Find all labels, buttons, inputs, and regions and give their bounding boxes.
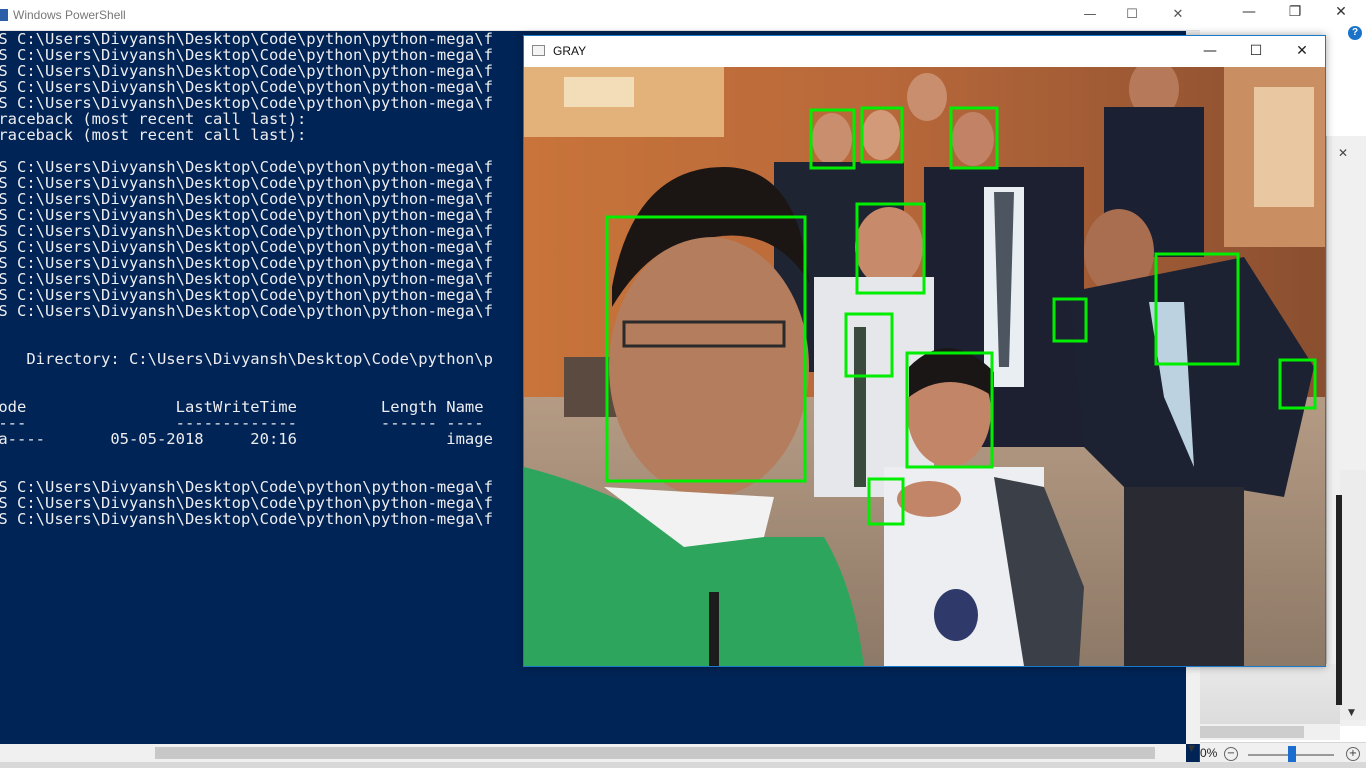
help-icon[interactable]: ? <box>1348 26 1362 40</box>
panel-close-icon[interactable]: ✕ <box>1338 146 1348 160</box>
console-line: PS C:\Users\Divyansh\Desktop\Code\python… <box>0 78 493 96</box>
powershell-hscroll-thumb[interactable] <box>155 747 1155 759</box>
gray-close-button[interactable]: ✕ <box>1288 41 1316 61</box>
background-hscroll-thumb[interactable] <box>1200 726 1304 738</box>
scroll-down-arrow-icon[interactable]: ▼ <box>1188 744 1195 754</box>
face-detection-box <box>1278 358 1317 410</box>
console-line: PS C:\Users\Divyansh\Desktop\Code\python… <box>0 206 493 224</box>
console-line: Traceback (most recent call last): <box>0 126 307 144</box>
gray-window-title: GRAY <box>553 44 587 58</box>
scroll-down-arrow-icon[interactable]: ▼ <box>1348 708 1355 718</box>
background-image-preview <box>1200 664 1340 724</box>
powershell-title: Windows PowerShell <box>13 8 126 22</box>
console-line: PS C:\Users\Divyansh\Desktop\Code\python… <box>0 254 493 272</box>
console-line: PS C:\Users\Divyansh\Desktop\Code\python… <box>0 190 493 208</box>
background-close-button[interactable]: ✕ <box>1330 2 1352 22</box>
console-line: Directory: C:\Users\Divyansh\Desktop\Cod… <box>0 350 493 368</box>
zoom-slider-thumb[interactable] <box>1288 746 1296 762</box>
console-line: PS C:\Users\Divyansh\Desktop\Code\python… <box>0 31 493 48</box>
zoom-in-button[interactable]: + <box>1346 747 1360 761</box>
face-detection-box <box>1052 297 1088 343</box>
gray-maximize-button[interactable]: ☐ <box>1242 41 1270 61</box>
face-detection-box <box>809 108 856 170</box>
zoom-out-button[interactable]: − <box>1224 747 1238 761</box>
face-detection-box <box>1154 252 1240 366</box>
face-detection-box <box>949 106 999 170</box>
console-line: PS C:\Users\Divyansh\Desktop\Code\python… <box>0 286 493 304</box>
taskbar-edge <box>0 762 1366 768</box>
background-window-controls: — ❐ ✕ <box>1228 0 1366 26</box>
gray-minimize-button[interactable]: — <box>1196 41 1224 61</box>
face-detection-box <box>867 477 905 526</box>
console-line: PS C:\Users\Divyansh\Desktop\Code\python… <box>0 478 493 496</box>
face-detection-photo <box>524 67 1325 666</box>
window-icon <box>532 45 545 56</box>
face-detection-box <box>605 215 807 483</box>
background-vertical-scrollbar[interactable] <box>1340 470 1366 720</box>
console-line: -a---- 05-05-2018 20:16 image <box>0 430 493 448</box>
console-line: PS C:\Users\Divyansh\Desktop\Code\python… <box>0 222 493 240</box>
gray-titlebar[interactable]: GRAY — ☐ ✕ <box>524 36 1325 67</box>
console-line: PS C:\Users\Divyansh\Desktop\Code\python… <box>0 238 493 256</box>
console-line: PS C:\Users\Divyansh\Desktop\Code\python… <box>0 46 493 64</box>
background-restore-button[interactable]: ❐ <box>1284 2 1306 22</box>
console-line: PS C:\Users\Divyansh\Desktop\Code\python… <box>0 494 493 512</box>
console-line: PS C:\Users\Divyansh\Desktop\Code\python… <box>0 270 493 288</box>
powershell-close-button[interactable]: ✕ <box>1166 6 1190 24</box>
powershell-maximize-button[interactable]: ☐ <box>1120 6 1144 24</box>
console-line: PS C:\Users\Divyansh\Desktop\Code\python… <box>0 510 493 528</box>
powershell-icon <box>0 9 8 21</box>
console-line: PS C:\Users\Divyansh\Desktop\Code\python… <box>0 158 493 176</box>
powershell-minimize-button[interactable]: — <box>1078 6 1102 24</box>
gray-image-window: GRAY — ☐ ✕ <box>523 35 1326 667</box>
console-line: Traceback (most recent call last): <box>0 110 307 128</box>
face-detection-box <box>844 312 894 378</box>
console-line: PS C:\Users\Divyansh\Desktop\Code\python… <box>0 174 493 192</box>
powershell-titlebar[interactable]: Windows PowerShell — ☐ ✕ <box>0 0 1200 31</box>
console-line: PS C:\Users\Divyansh\Desktop\Code\python… <box>0 94 493 112</box>
face-detection-boxes <box>605 106 1317 526</box>
face-detection-box <box>855 202 926 295</box>
console-line: ---- ------------- ------ ---- <box>0 414 484 432</box>
background-scroll-thumb[interactable] <box>1336 495 1342 705</box>
face-detection-box <box>860 106 904 164</box>
console-line: PS C:\Users\Divyansh\Desktop\Code\python… <box>0 62 493 80</box>
console-line: PS C:\Users\Divyansh\Desktop\Code\python… <box>0 302 493 320</box>
console-line: Mode LastWriteTime Length Name <box>0 398 484 416</box>
background-minimize-button[interactable]: — <box>1238 2 1260 22</box>
zoom-level: 0% <box>1200 746 1218 760</box>
face-detection-box <box>905 351 994 469</box>
